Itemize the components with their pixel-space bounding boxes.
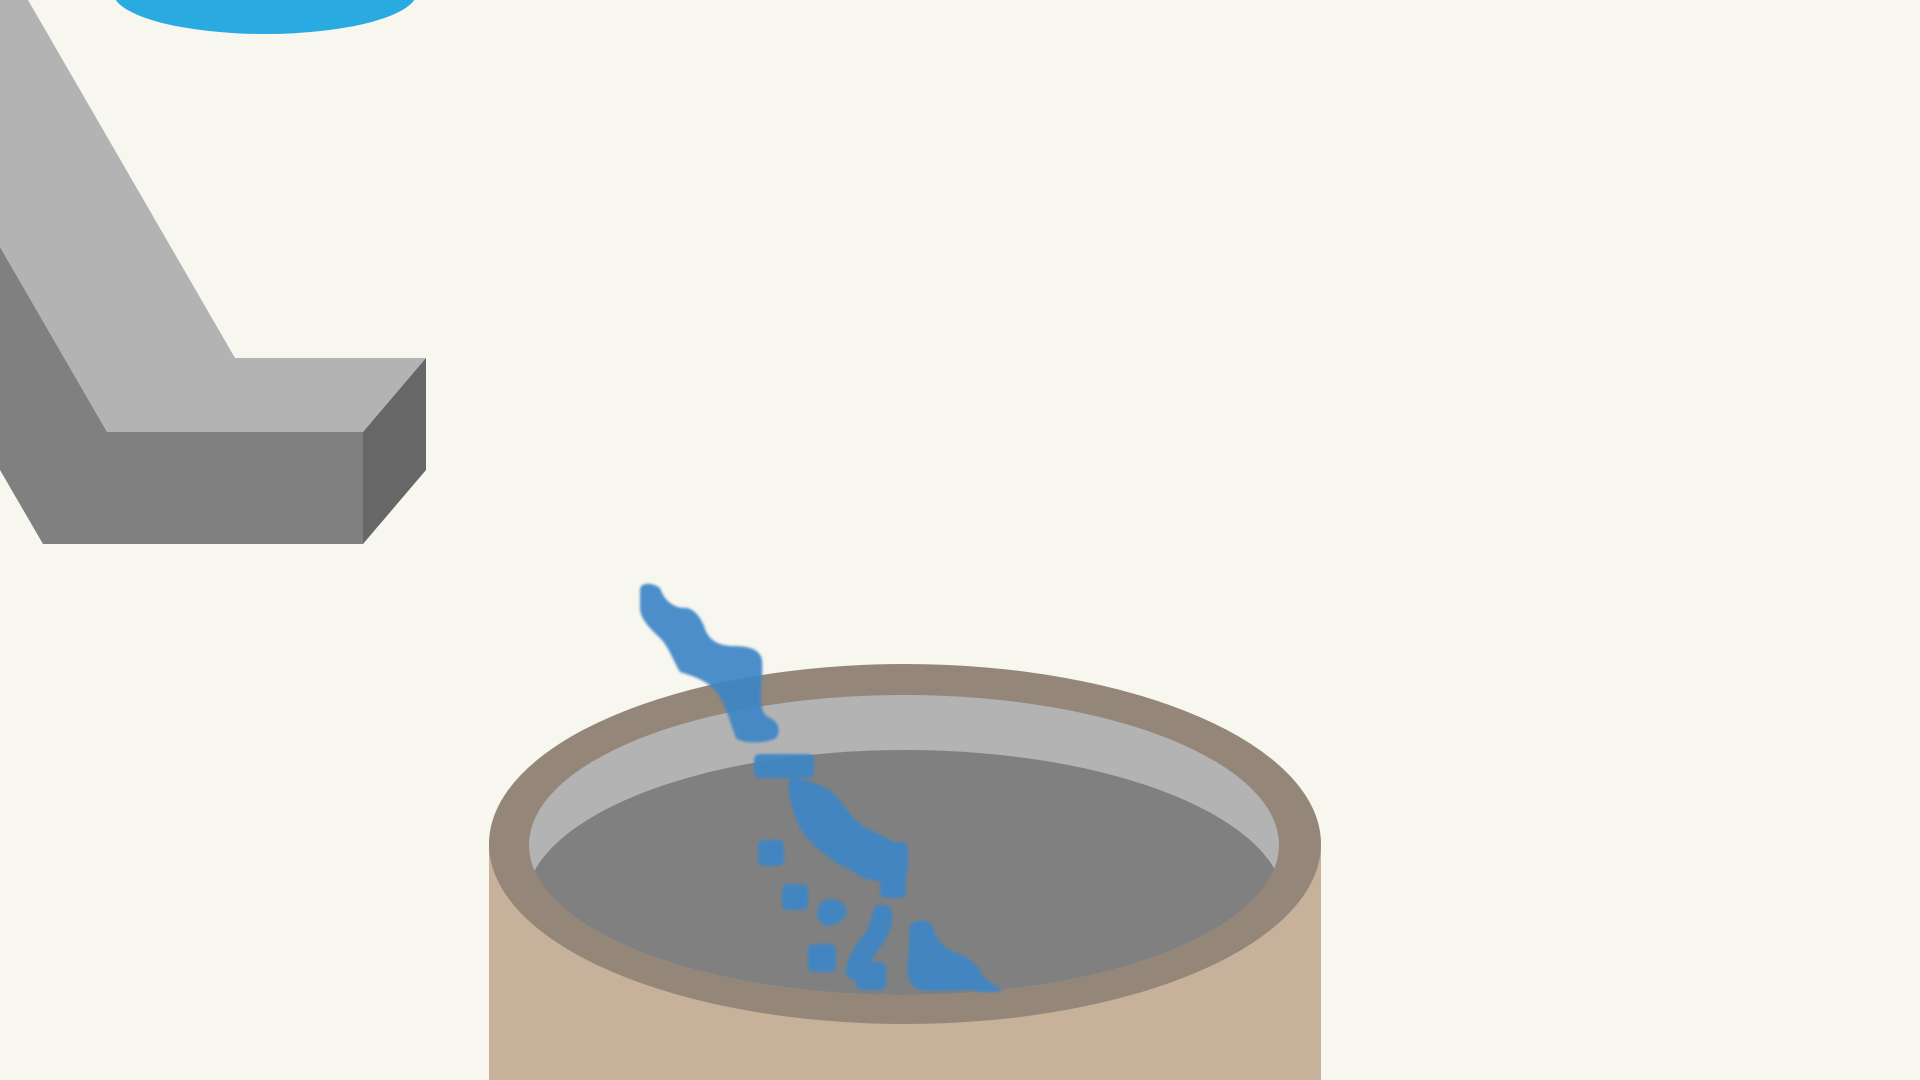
water-droplet [808, 944, 836, 972]
water-droplet [758, 840, 784, 866]
water-droplet [880, 868, 906, 898]
water-droplet [782, 884, 808, 910]
game-canvas[interactable] [0, 0, 1920, 1080]
game-scene [0, 0, 1920, 1080]
water-droplet [754, 754, 814, 778]
water-droplet [856, 962, 886, 990]
